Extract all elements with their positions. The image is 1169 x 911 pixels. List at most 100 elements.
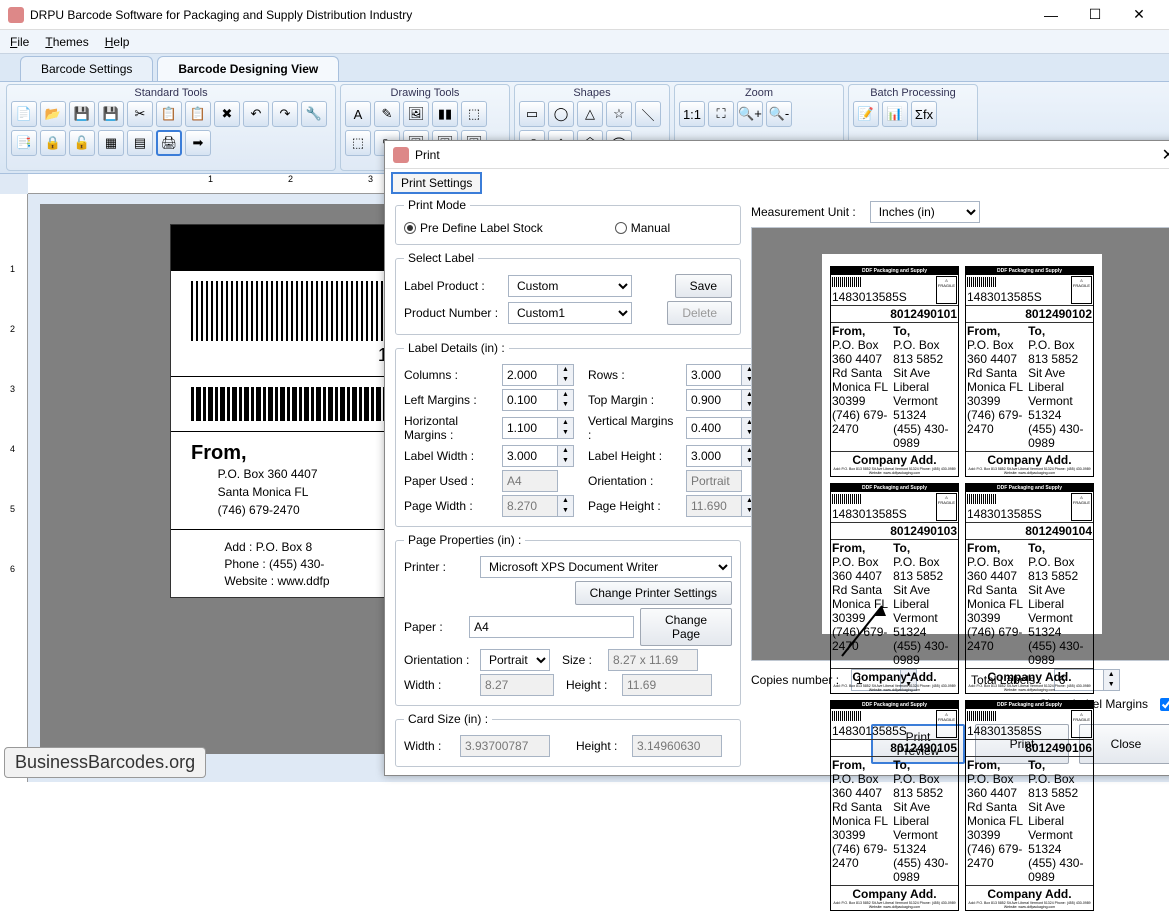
grid-icon[interactable]: ▦ bbox=[98, 130, 124, 156]
barcode-icon[interactable]: ▮▮ bbox=[432, 101, 458, 127]
menu-help[interactable]: Help bbox=[105, 35, 130, 49]
save-icon[interactable]: 💾 bbox=[69, 101, 95, 127]
spinner: ▲▼ bbox=[558, 495, 574, 517]
print-dialog: Print ✕ Print Settings Print Mode Pre De… bbox=[384, 140, 1169, 776]
card-size-group: Card Size (in) : Width : Height : bbox=[395, 712, 741, 767]
batch-fx-icon[interactable]: Σfx bbox=[911, 101, 937, 127]
delete-icon[interactable]: ✖ bbox=[214, 101, 240, 127]
label-width-input[interactable] bbox=[502, 445, 558, 467]
print-icon[interactable]: 🖨 bbox=[156, 130, 182, 156]
cut-icon[interactable]: ✂ bbox=[127, 101, 153, 127]
close-button[interactable]: ✕ bbox=[1117, 1, 1161, 29]
dialog-titlebar: Print ✕ bbox=[385, 141, 1169, 169]
radio-predefine[interactable]: Pre Define Label Stock bbox=[404, 221, 543, 235]
spinner[interactable]: ▲▼ bbox=[558, 364, 574, 386]
copy-icon[interactable]: 📋 bbox=[156, 101, 182, 127]
paper-field[interactable] bbox=[469, 616, 634, 638]
minimize-button[interactable]: — bbox=[1029, 1, 1073, 29]
zoom-in-icon[interactable]: 🔍+ bbox=[737, 101, 763, 127]
document-tabs: Barcode Settings Barcode Designing View bbox=[0, 54, 1169, 82]
select-icon[interactable]: ⬚ bbox=[345, 130, 371, 156]
ribbon-group-label: Shapes bbox=[519, 87, 665, 99]
card-width-field bbox=[460, 735, 550, 757]
radio-manual[interactable]: Manual bbox=[615, 221, 670, 235]
ribbon-group-label: Drawing Tools bbox=[345, 87, 505, 99]
export-icon[interactable]: ➡ bbox=[185, 130, 211, 156]
spinner[interactable]: ▲▼ bbox=[1104, 669, 1120, 691]
zoom-out-icon[interactable]: 🔍- bbox=[766, 101, 792, 127]
label-product-select[interactable]: Custom bbox=[508, 275, 632, 297]
app-title: DRPU Barcode Software for Packaging and … bbox=[30, 8, 1029, 22]
change-printer-button[interactable]: Change Printer Settings bbox=[575, 581, 732, 605]
tab-designing-view[interactable]: Barcode Designing View bbox=[157, 56, 339, 81]
tool-icon[interactable]: 📑 bbox=[11, 130, 37, 156]
product-number-select[interactable]: Custom1 bbox=[508, 302, 632, 324]
label-height-input[interactable] bbox=[686, 445, 742, 467]
tab-barcode-settings[interactable]: Barcode Settings bbox=[20, 56, 153, 81]
paste-icon[interactable]: 📋 bbox=[185, 101, 211, 127]
titlebar: DRPU Barcode Software for Packaging and … bbox=[0, 0, 1169, 30]
zoom-fit-icon[interactable]: ⛶ bbox=[708, 101, 734, 127]
mini-label: DDF Packaging and Supply 1483013585S⚠FRA… bbox=[830, 483, 959, 694]
star-icon[interactable]: ☆ bbox=[606, 101, 632, 127]
watermark-icon[interactable]: ⬚ bbox=[461, 101, 487, 127]
print-preview-panel: DDF Packaging and Supply 1483013585S⚠FRA… bbox=[751, 227, 1169, 661]
new-icon[interactable]: 📄 bbox=[11, 101, 37, 127]
delete-button[interactable]: Delete bbox=[667, 301, 732, 325]
mini-label: DDF Packaging and Supply 1483013585S⚠FRA… bbox=[830, 266, 959, 477]
image-icon[interactable]: 🖼 bbox=[403, 101, 429, 127]
card-height-field bbox=[632, 735, 722, 757]
tool-icon[interactable]: 🔧 bbox=[301, 101, 327, 127]
left-margins-input[interactable] bbox=[502, 389, 558, 411]
rows-input[interactable] bbox=[686, 364, 742, 386]
unlock-icon[interactable]: 🔓 bbox=[69, 130, 95, 156]
redo-icon[interactable]: ↷ bbox=[272, 101, 298, 127]
show-margins-checkbox[interactable] bbox=[1160, 698, 1169, 711]
save-as-icon[interactable]: 💾 bbox=[98, 101, 124, 127]
ruler-vertical: 12 34 56 bbox=[0, 194, 28, 782]
watermark: BusinessBarcodes.org bbox=[4, 747, 206, 778]
align-icon[interactable]: ▤ bbox=[127, 130, 153, 156]
batch-edit-icon[interactable]: 📝 bbox=[853, 101, 879, 127]
open-icon[interactable]: 📂 bbox=[40, 101, 66, 127]
top-margin-input[interactable] bbox=[686, 389, 742, 411]
triangle-icon[interactable]: △ bbox=[577, 101, 603, 127]
zoom-11-icon[interactable]: 1:1 bbox=[679, 101, 705, 127]
spinner[interactable]: ▲▼ bbox=[558, 389, 574, 411]
change-page-button[interactable]: Change Page bbox=[640, 608, 732, 646]
menu-file[interactable]: File bbox=[10, 35, 29, 49]
ellipse-icon[interactable]: ◯ bbox=[548, 101, 574, 127]
page-height-field bbox=[686, 495, 742, 517]
pp-height-field bbox=[622, 674, 712, 696]
ribbon-group-standard: Standard Tools 📄 📂 💾 💾 ✂ 📋 📋 ✖ ↶ ↷ 🔧 📑 🔒… bbox=[6, 84, 336, 171]
paper-used-field bbox=[502, 470, 558, 492]
pencil-icon[interactable]: ✎ bbox=[374, 101, 400, 127]
v-margins-input[interactable] bbox=[686, 417, 742, 439]
label-details-group: Label Details (in) : Columns : ▲▼ Rows :… bbox=[395, 341, 767, 527]
dialog-close-button[interactable]: ✕ bbox=[1162, 145, 1169, 165]
spinner[interactable]: ▲▼ bbox=[558, 445, 574, 467]
maximize-button[interactable]: ☐ bbox=[1073, 1, 1117, 29]
orientation-select[interactable]: Portrait bbox=[480, 649, 550, 671]
rect-icon[interactable]: ▭ bbox=[519, 101, 545, 127]
dialog-tab-print-settings[interactable]: Print Settings bbox=[391, 172, 482, 194]
page-properties-group: Page Properties (in) : Printer : Microso… bbox=[395, 533, 741, 706]
menu-themes[interactable]: Themes bbox=[45, 35, 88, 49]
mini-label: DDF Packaging and Supply 1483013585S⚠FRA… bbox=[830, 700, 959, 911]
columns-input[interactable] bbox=[502, 364, 558, 386]
undo-icon[interactable]: ↶ bbox=[243, 101, 269, 127]
line-icon[interactable]: ＼ bbox=[635, 101, 661, 127]
lock-icon[interactable]: 🔒 bbox=[40, 130, 66, 156]
text-icon[interactable]: A bbox=[345, 101, 371, 127]
save-button[interactable]: Save bbox=[675, 274, 732, 298]
dialog-icon bbox=[393, 147, 409, 163]
spinner[interactable]: ▲▼ bbox=[558, 417, 574, 439]
print-mode-group: Print Mode Pre Define Label Stock Manual bbox=[395, 198, 741, 245]
pp-width-field bbox=[480, 674, 554, 696]
h-margins-input[interactable] bbox=[502, 417, 558, 439]
measurement-unit-select[interactable]: Inches (in) bbox=[870, 201, 980, 223]
ribbon-group-label: Standard Tools bbox=[11, 87, 331, 99]
printer-select[interactable]: Microsoft XPS Document Writer bbox=[480, 556, 732, 578]
batch-excel-icon[interactable]: 📊 bbox=[882, 101, 908, 127]
from-title: From, bbox=[191, 442, 247, 464]
